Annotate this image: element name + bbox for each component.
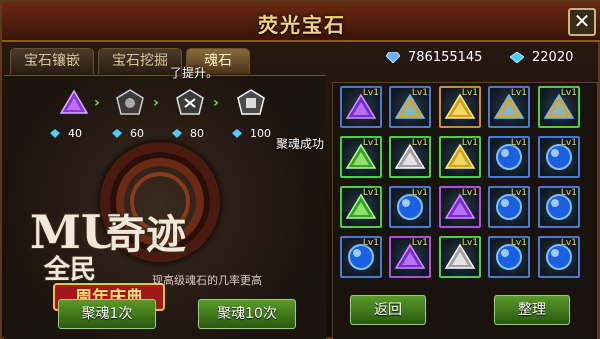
cost-tier4: 100 [232, 126, 271, 140]
diamond-balance: 786155145 [386, 48, 482, 66]
soul-stone-tier1-icon [59, 89, 89, 114]
soul-ten-button[interactable]: 聚魂10次 [198, 299, 296, 329]
level-badge: Lv1 [510, 238, 527, 248]
inventory-slot[interactable]: Lv1 [538, 86, 580, 128]
game-window: 荧光宝石 ✕ 宝石镶嵌 宝石挖掘 魂石 786155145 22020 › › … [0, 0, 600, 339]
level-badge: Lv1 [560, 88, 577, 98]
inventory-slot[interactable]: Lv1 [439, 136, 481, 178]
level-badge: Lv1 [461, 138, 478, 148]
inventory-slot[interactable]: Lv1 [389, 86, 431, 128]
level-badge: Lv1 [461, 238, 478, 248]
title-bar: 荧光宝石 ✕ [2, 2, 600, 42]
level-badge: Lv1 [411, 88, 428, 98]
window-title: 荧光宝石 [258, 13, 346, 37]
level-badge: Lv1 [510, 88, 527, 98]
svg-text:奇迹: 奇迹 [106, 211, 186, 258]
crystal-icon [172, 128, 182, 138]
inventory-slot[interactable]: Lv1 [340, 86, 382, 128]
inventory-slot[interactable]: Lv1 [340, 186, 382, 228]
inventory-slot[interactable]: Lv1 [488, 236, 530, 278]
inventory-slot[interactable]: Lv1 [439, 86, 481, 128]
level-badge: Lv1 [560, 188, 577, 198]
crystal-icon [112, 128, 122, 138]
success-message: 聚魂成功 [276, 137, 325, 151]
level-badge: Lv1 [411, 188, 428, 198]
cost-tier1: 40 [50, 126, 82, 140]
hint-text: 现高级魂石的几率更高 [152, 274, 262, 287]
inventory-slot[interactable]: Lv1 [538, 236, 580, 278]
tab-gem-inlay[interactable]: 宝石镶嵌 [10, 48, 94, 74]
back-button[interactable]: 返回 [350, 295, 426, 325]
soul-once-button[interactable]: 聚魂1次 [58, 299, 156, 329]
inventory-slot[interactable]: Lv1 [488, 86, 530, 128]
inventory-slot[interactable]: Lv1 [488, 186, 530, 228]
level-badge: Lv1 [411, 138, 428, 148]
inventory-slot[interactable]: Lv1 [340, 236, 382, 278]
chevron-right-icon: › [153, 95, 159, 111]
cost-tier2: 60 [112, 126, 144, 140]
level-badge: Lv1 [362, 238, 379, 248]
chevron-right-icon: › [94, 95, 100, 111]
soul-stone-tier2-icon [116, 89, 144, 115]
chevron-right-icon: › [213, 95, 219, 111]
inventory-slot[interactable]: Lv1 [340, 136, 382, 178]
inventory-slot[interactable]: Lv1 [389, 186, 431, 228]
crystal-amount: 22020 [532, 49, 574, 65]
upgrade-message: 了提升。 [170, 66, 219, 80]
level-badge: Lv1 [461, 188, 478, 198]
diamond-amount: 786155145 [408, 49, 483, 65]
cost-tier3: 80 [172, 126, 204, 140]
level-badge: Lv1 [362, 138, 379, 148]
soul-stone-tier4-icon [237, 89, 265, 115]
level-badge: Lv1 [362, 188, 379, 198]
crystal-icon [510, 51, 524, 63]
level-badge: Lv1 [411, 238, 428, 248]
level-badge: Lv1 [461, 88, 478, 98]
inventory-slot[interactable]: Lv1 [439, 186, 481, 228]
diamond-icon [386, 51, 400, 63]
svg-text:全民: 全民 [43, 254, 96, 285]
inventory-slot[interactable]: Lv1 [538, 186, 580, 228]
level-badge: Lv1 [510, 138, 527, 148]
inventory-slot[interactable]: Lv1 [389, 136, 431, 178]
inventory-slot[interactable]: Lv1 [488, 136, 530, 178]
level-badge: Lv1 [560, 238, 577, 248]
crystal-icon [232, 128, 242, 138]
level-badge: Lv1 [362, 88, 379, 98]
level-badge: Lv1 [510, 188, 527, 198]
crystal-balance: 22020 [510, 48, 573, 66]
level-badge: Lv1 [560, 138, 577, 148]
close-button[interactable]: ✕ [568, 8, 596, 36]
soul-stone-tier3-icon [176, 89, 204, 115]
sort-button[interactable]: 整理 [494, 295, 570, 325]
inventory-slot[interactable]: Lv1 [389, 236, 431, 278]
inventory-slot[interactable]: Lv1 [439, 236, 481, 278]
crystal-icon [50, 128, 60, 138]
inventory-slot[interactable]: Lv1 [538, 136, 580, 178]
